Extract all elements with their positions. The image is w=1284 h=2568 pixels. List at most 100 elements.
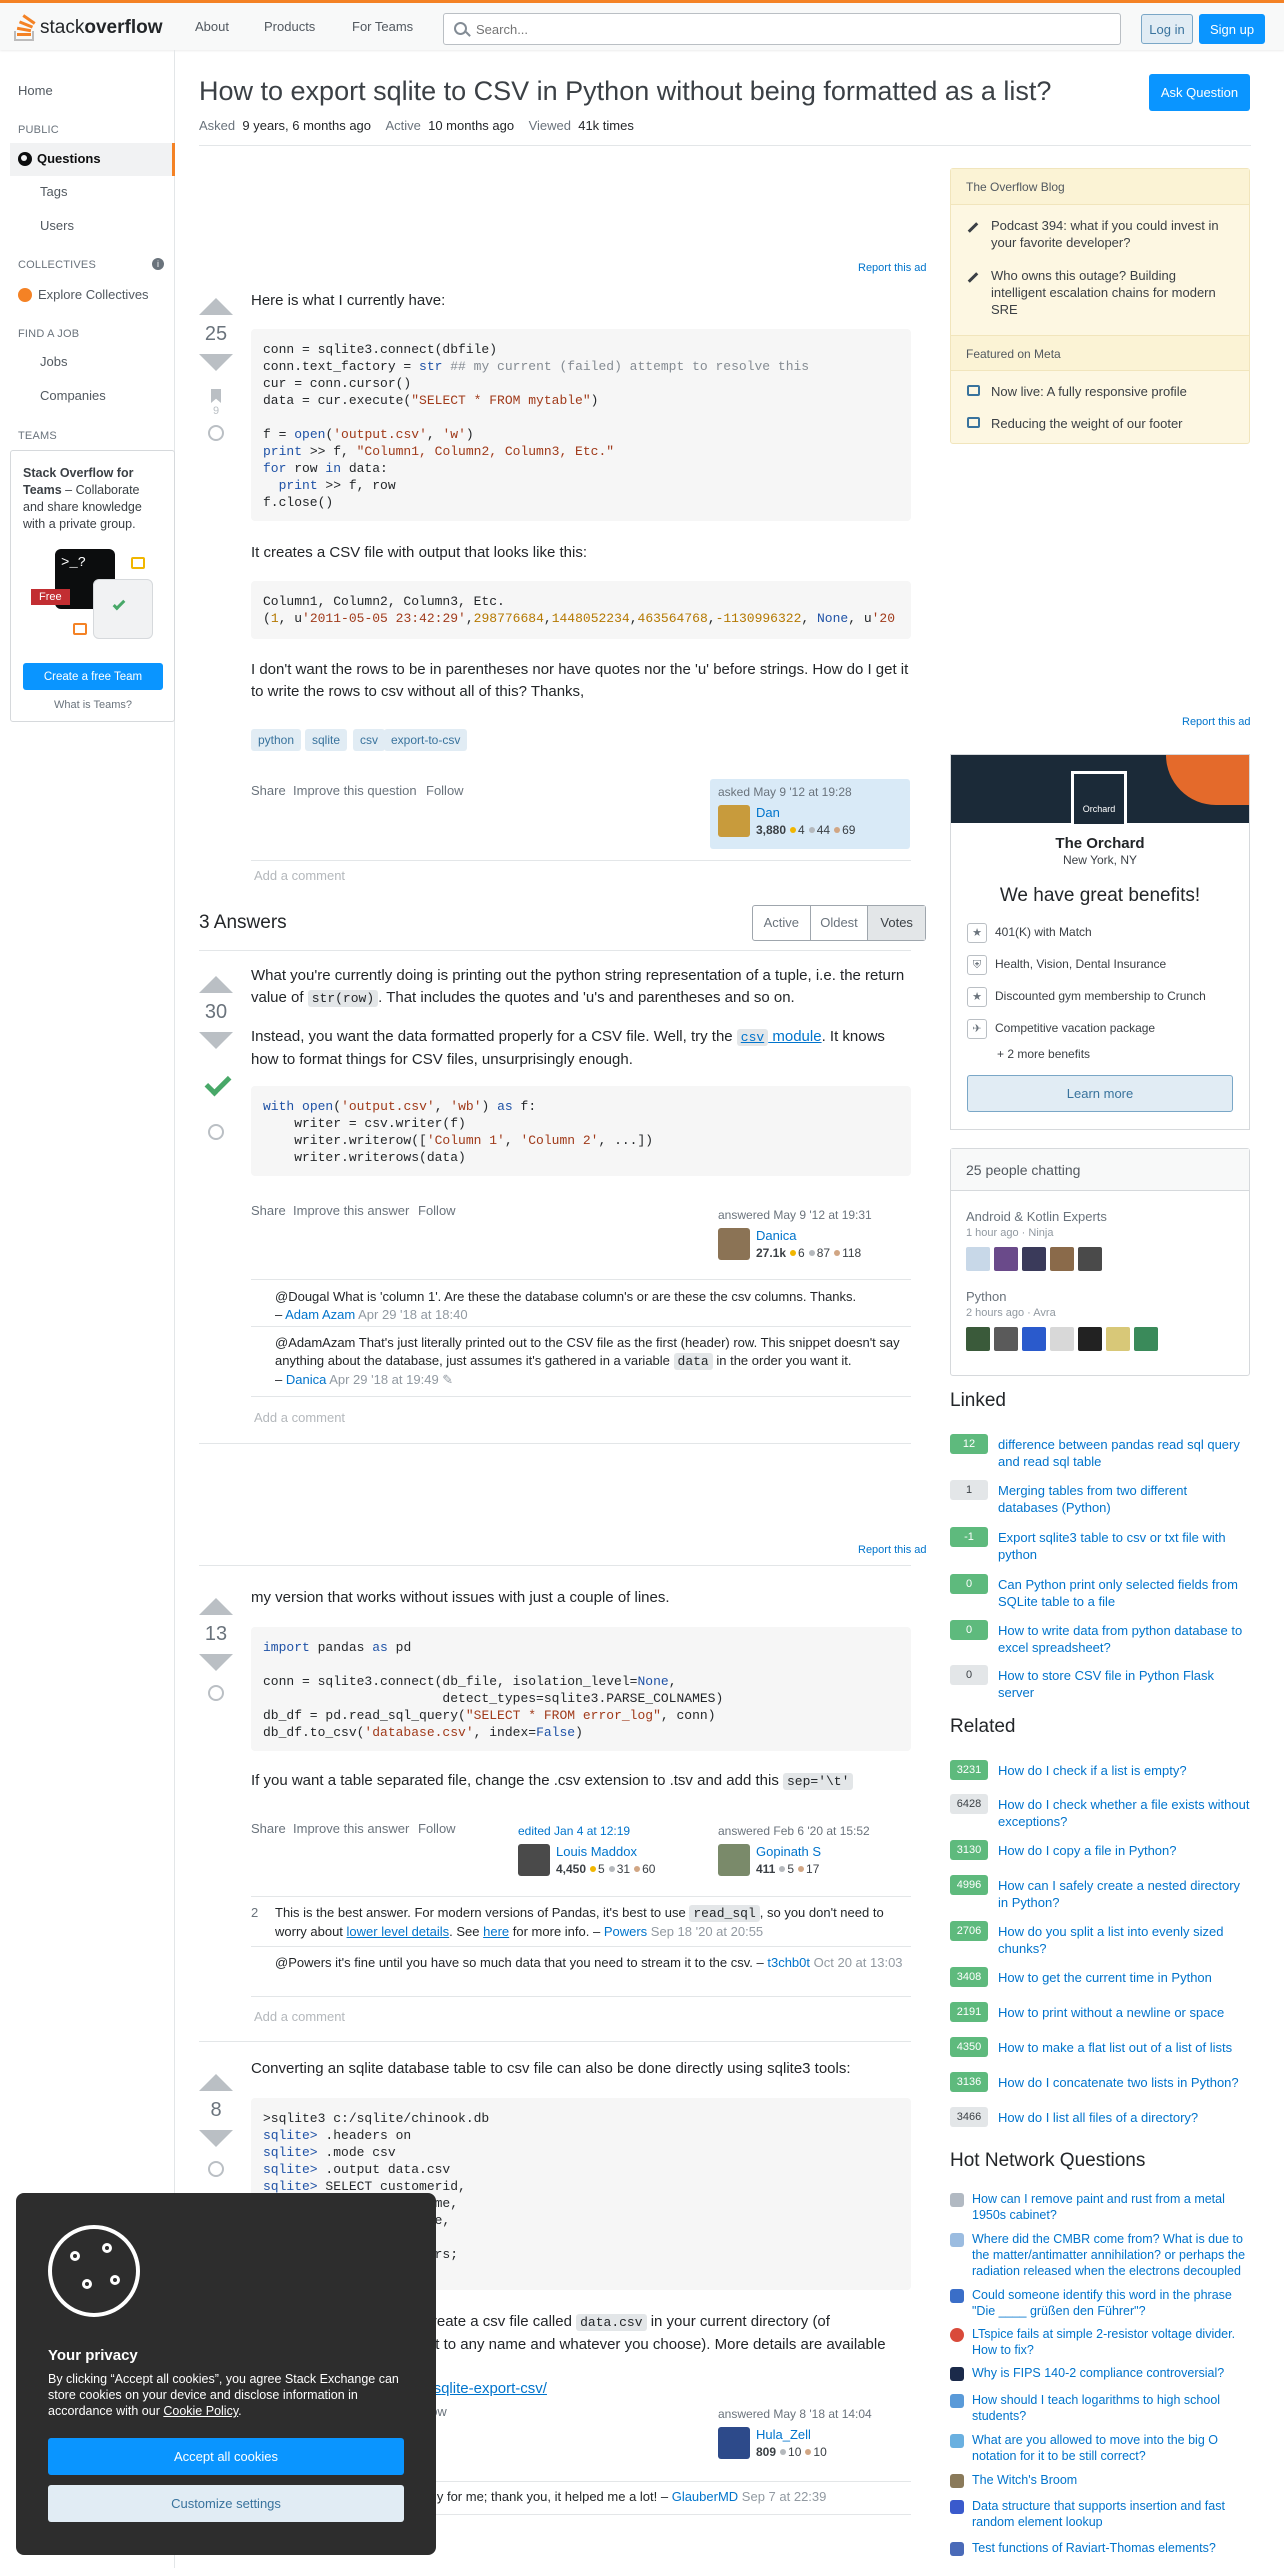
- avatar[interactable]: [518, 1844, 550, 1876]
- comment-user[interactable]: Danica: [286, 1372, 326, 1387]
- user-name[interactable]: Dan: [756, 805, 780, 820]
- report-ad-link[interactable]: Report this ad: [858, 1544, 926, 1556]
- tag-python[interactable]: python: [251, 729, 302, 751]
- related-item[interactable]: 2706 How do you split a list into evenly …: [950, 1921, 1250, 1957]
- linked-link[interactable]: Can Python print only selected fields fr…: [998, 1576, 1250, 1610]
- related-link[interactable]: How do I concatenate two lists in Python…: [998, 2074, 1250, 2091]
- downvote-icon[interactable]: [199, 1654, 233, 1671]
- bookmark-icon[interactable]: [211, 389, 221, 403]
- nav-about[interactable]: About: [195, 19, 229, 34]
- sidebar-item-companies[interactable]: Companies: [40, 388, 106, 403]
- related-item[interactable]: 3408 How to get the current time in Pytho…: [950, 1967, 1250, 2001]
- ask-question-button[interactable]: Ask Question: [1149, 74, 1250, 111]
- follow-link[interactable]: Follow: [426, 783, 464, 798]
- improve-answer-link[interactable]: Improve this answer: [293, 1821, 409, 1836]
- tag-export-to-csv[interactable]: export-to-csv: [384, 729, 468, 751]
- linked-item[interactable]: 1 Merging tables from two different datab…: [950, 1480, 1250, 1516]
- upvote-icon[interactable]: [199, 298, 233, 315]
- linked-item[interactable]: -1 Export sqlite3 table to csv or txt fil…: [950, 1527, 1250, 1562]
- user-name[interactable]: Danica: [756, 1228, 796, 1243]
- search-input[interactable]: [476, 19, 1106, 39]
- related-item[interactable]: 3231 How do I check if a list is empty?: [950, 1760, 1250, 1794]
- meta-item[interactable]: Now live: A fully responsive profile: [991, 383, 1231, 400]
- avatar[interactable]: [966, 1327, 990, 1351]
- history-icon[interactable]: [208, 1124, 224, 1140]
- improve-answer-link[interactable]: Improve this answer: [293, 1203, 409, 1218]
- follow-link[interactable]: Follow: [418, 1203, 456, 1218]
- learn-more-button[interactable]: Learn more: [967, 1075, 1233, 1112]
- avatar[interactable]: [1022, 1327, 1046, 1351]
- upvote-icon[interactable]: [199, 2074, 233, 2091]
- related-item[interactable]: 3466 How do I list all files of a directo…: [950, 2107, 1250, 2141]
- add-comment-link[interactable]: Add a comment: [254, 868, 345, 883]
- linked-link[interactable]: How to store CSV file in Python Flask se…: [998, 1667, 1250, 1701]
- upvote-icon[interactable]: [199, 976, 233, 993]
- user-name[interactable]: Louis Maddox: [556, 1844, 637, 1859]
- here-link[interactable]: here: [483, 1924, 509, 1939]
- share-link[interactable]: Share: [251, 783, 286, 798]
- avatar[interactable]: [994, 1327, 1018, 1351]
- avatar[interactable]: [1134, 1327, 1158, 1351]
- linked-link[interactable]: How to write data from python database t…: [998, 1622, 1250, 1656]
- related-link[interactable]: How do I list all files of a directory?: [998, 2109, 1250, 2126]
- avatar[interactable]: [718, 805, 750, 837]
- nav-products[interactable]: Products: [264, 19, 315, 34]
- downvote-icon[interactable]: [199, 1032, 233, 1049]
- avatar[interactable]: [718, 1844, 750, 1876]
- linked-item[interactable]: 12 difference between pandas read sql que…: [950, 1434, 1250, 1470]
- user-name[interactable]: Hula_Zell: [756, 2427, 811, 2442]
- related-item[interactable]: 3130 How do I copy a file in Python?: [950, 1840, 1250, 1874]
- linked-item[interactable]: 0 How to store CSV file in Python Flask s…: [950, 1665, 1250, 1701]
- site-logo[interactable]: stackoverflow: [14, 13, 162, 43]
- sidebar-item-jobs[interactable]: Jobs: [40, 354, 67, 369]
- chat-room-python[interactable]: Python: [966, 1289, 1006, 1304]
- accept-cookies-button[interactable]: Accept all cookies: [48, 2438, 404, 2475]
- avatar[interactable]: [1078, 1247, 1102, 1271]
- related-item[interactable]: 4350 How to make a flat list out of a lis…: [950, 2037, 1250, 2071]
- avatar[interactable]: [1050, 1247, 1074, 1271]
- customize-settings-button[interactable]: Customize settings: [48, 2485, 404, 2522]
- nav-for-teams[interactable]: For Teams: [352, 19, 413, 34]
- related-link[interactable]: How do I copy a file in Python?: [998, 1842, 1250, 1859]
- user-name[interactable]: Gopinath S: [756, 1844, 821, 1859]
- blog-item[interactable]: Who owns this outage? Building intellige…: [991, 267, 1231, 318]
- related-link[interactable]: How do you split a list into evenly size…: [998, 1923, 1250, 1957]
- related-link[interactable]: How can I safely create a nested directo…: [998, 1877, 1250, 1911]
- avatar[interactable]: [1106, 1327, 1130, 1351]
- info-icon[interactable]: i: [152, 258, 164, 270]
- linked-item[interactable]: 0 Can Python print only selected fields f…: [950, 1574, 1250, 1610]
- company-logo[interactable]: Orchard: [1071, 771, 1127, 827]
- sort-active-tab[interactable]: Active: [753, 906, 811, 940]
- company-name[interactable]: The Orchard: [951, 835, 1249, 852]
- linked-item[interactable]: 0 How to write data from python database …: [950, 1620, 1250, 1656]
- tag-csv[interactable]: csv: [353, 729, 385, 751]
- sidebar-item-users[interactable]: Users: [40, 218, 74, 233]
- comment-user[interactable]: t3chb0t: [767, 1955, 810, 1970]
- csv-module-link[interactable]: csv module: [736, 1028, 822, 1046]
- history-icon[interactable]: [208, 2161, 224, 2177]
- sidebar-item-questions[interactable]: Questions: [18, 151, 101, 166]
- avatar[interactable]: [718, 2427, 750, 2459]
- tag-sqlite[interactable]: sqlite: [305, 729, 348, 751]
- add-comment-link[interactable]: Add a comment: [254, 1410, 345, 1425]
- linked-link[interactable]: Merging tables from two different databa…: [998, 1482, 1250, 1516]
- related-link[interactable]: How do I check whether a file exists wit…: [998, 1796, 1250, 1830]
- what-is-teams-link[interactable]: What is Teams?: [23, 699, 163, 711]
- related-item[interactable]: 2191 How to print without a newline or sp…: [950, 2002, 1250, 2036]
- create-team-button[interactable]: Create a free Team: [23, 663, 163, 690]
- sidebar-item-explore-collectives[interactable]: Explore Collectives: [18, 287, 149, 302]
- page-title[interactable]: How to export sqlite to CSV in Python wi…: [199, 73, 1079, 109]
- sidebar-item-home[interactable]: Home: [18, 83, 53, 98]
- history-icon[interactable]: [208, 1685, 224, 1701]
- linked-link[interactable]: difference between pandas read sql query…: [998, 1436, 1250, 1470]
- avatar[interactable]: [1022, 1247, 1046, 1271]
- related-link[interactable]: How to make a flat list out of a list of…: [998, 2039, 1250, 2056]
- cookie-policy-link[interactable]: Cookie Policy: [163, 2404, 238, 2418]
- history-icon[interactable]: [208, 425, 224, 441]
- blog-item[interactable]: Podcast 394: what if you could invest in…: [991, 217, 1231, 251]
- related-link[interactable]: How do I check if a list is empty?: [998, 1762, 1250, 1779]
- related-link[interactable]: How to get the current time in Python: [998, 1969, 1250, 1986]
- sort-oldest-tab[interactable]: Oldest: [811, 906, 869, 940]
- chat-room-android[interactable]: Android & Kotlin Experts: [966, 1209, 1107, 1224]
- avatar[interactable]: [718, 1228, 750, 1260]
